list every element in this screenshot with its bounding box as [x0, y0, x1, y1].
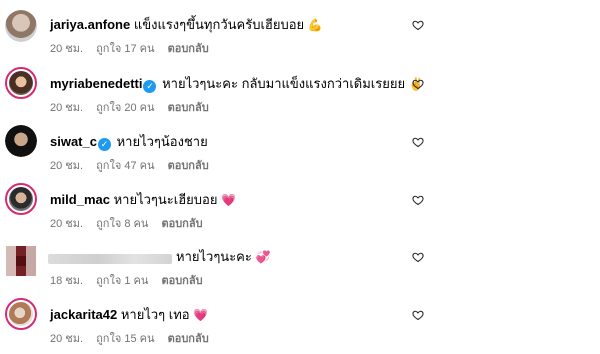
heart-outline-icon[interactable] [412, 251, 424, 263]
reply-button[interactable]: ตอบกลับ [161, 218, 202, 230]
comment-item: jackarita42 หายไวๆ เทอ 💗 20 ชม. ถูกใจ 15… [0, 298, 600, 354]
comment-text: หายไวๆน้องชาย [116, 134, 208, 149]
comment-likes[interactable]: ถูกใจ 15 คน [96, 333, 154, 345]
redacted-username [48, 254, 172, 264]
comment-line: jackarita42 หายไวๆ เทอ 💗 [50, 304, 208, 325]
comment-username[interactable]: mild_mac [50, 192, 110, 207]
comment-likes[interactable]: ถูกใจ 8 คน [96, 218, 148, 230]
avatar-image [5, 10, 37, 42]
pixelated-avatar[interactable] [6, 246, 36, 276]
comment-text: หายไวๆนะคะ [176, 249, 252, 264]
comment-meta: 20 ชม. ถูกใจ 17 คน ตอบกลับ [50, 39, 219, 57]
comment-meta: 18 ชม. ถูกใจ 1 คน ตอบกลับ [50, 271, 213, 289]
comment-emoji: 💗 [221, 193, 237, 207]
avatar-image [9, 187, 33, 211]
comment-text: หายไวๆนะคะ กลับมาแข็งแรงกว่าเดิมเรยยย [162, 76, 406, 91]
heart-outline-icon[interactable] [412, 19, 424, 31]
comment-likes[interactable]: ถูกใจ 47 คน [96, 160, 154, 172]
comment-time: 20 ชม. [50, 333, 84, 345]
heart-outline-icon[interactable] [412, 309, 424, 321]
comment-meta: 20 ชม. ถูกใจ 20 คน ตอบกลับ [50, 98, 219, 116]
heart-outline-icon[interactable] [412, 194, 424, 206]
comment-line: jariya.anfone แข็งแรงๆขึ้นทุกวันครับเฮีย… [50, 14, 323, 35]
avatar[interactable] [5, 183, 37, 215]
comment-meta: 20 ชม. ถูกใจ 8 คน ตอบกลับ [50, 214, 213, 232]
comment-line: myriabenedetti ✓ หายไวๆนะคะ กลับมาแข็งแรง… [50, 73, 424, 94]
avatar[interactable] [5, 67, 37, 99]
comment-item: หายไวๆนะคะ 💞 18 ชม. ถูกใจ 1 คน ตอบกลับ [0, 240, 600, 296]
verified-badge-icon: ✓ [143, 80, 157, 93]
reply-button[interactable]: ตอบกลับ [161, 275, 202, 287]
comment-username[interactable]: myriabenedetti [50, 76, 142, 91]
comment-emoji: 💞 [255, 250, 271, 264]
comment-item: jariya.anfone แข็งแรงๆขึ้นทุกวันครับเฮีย… [0, 8, 600, 64]
comment-text: หายไวๆ เทอ [120, 307, 190, 322]
comment-time: 20 ชม. [50, 218, 84, 230]
comment-likes[interactable]: ถูกใจ 20 คน [96, 102, 154, 114]
comment-time: 20 ชม. [50, 160, 84, 172]
comment-emoji: 💗 [193, 308, 209, 322]
avatar-image [9, 302, 33, 326]
comment-username[interactable]: jariya.anfone [50, 17, 130, 32]
comment-username[interactable]: jackarita42 [50, 307, 117, 322]
heart-outline-icon[interactable] [412, 78, 424, 90]
comment-line: หายไวๆนะคะ 💞 [176, 246, 270, 267]
verified-badge-icon: ✓ [97, 138, 111, 151]
comment-username[interactable]: siwat_c [50, 134, 97, 149]
comment-item: mild_mac หายไวๆนะเฮียบอย 💗 20 ชม. ถูกใจ … [0, 183, 600, 239]
comment-line: siwat_c ✓ หายไวๆน้องชาย [50, 131, 208, 152]
comment-meta: 20 ชม. ถูกใจ 15 คน ตอบกลับ [50, 329, 219, 347]
comment-item: siwat_c ✓ หายไวๆน้องชาย 20 ชม. ถูกใจ 47 ค… [0, 125, 600, 181]
avatar[interactable] [5, 125, 37, 157]
comment-likes[interactable]: ถูกใจ 17 คน [96, 43, 154, 55]
comment-text: หายไวๆนะเฮียบอย [113, 192, 218, 207]
heart-outline-icon[interactable] [412, 136, 424, 148]
reply-button[interactable]: ตอบกลับ [168, 160, 209, 172]
comment-list: jariya.anfone แข็งแรงๆขึ้นทุกวันครับเฮีย… [0, 0, 600, 351]
avatar-image [5, 125, 37, 157]
comment-time: 20 ชม. [50, 43, 84, 55]
reply-button[interactable]: ตอบกลับ [168, 102, 209, 114]
avatar[interactable] [5, 298, 37, 330]
reply-button[interactable]: ตอบกลับ [168, 43, 209, 55]
avatar-image [9, 71, 33, 95]
comment-meta: 20 ชม. ถูกใจ 47 คน ตอบกลับ [50, 156, 219, 174]
avatar[interactable] [5, 10, 37, 42]
comment-time: 18 ชม. [50, 275, 84, 287]
reply-button[interactable]: ตอบกลับ [168, 333, 209, 345]
comment-time: 20 ชม. [50, 102, 84, 114]
comment-emoji: 💪 [307, 18, 323, 32]
comment-likes[interactable]: ถูกใจ 1 คน [96, 275, 148, 287]
comment-line: mild_mac หายไวๆนะเฮียบอย 💗 [50, 189, 236, 210]
comment-item: myriabenedetti ✓ หายไวๆนะคะ กลับมาแข็งแรง… [0, 67, 600, 123]
comment-text: แข็งแรงๆขึ้นทุกวันครับเฮียบอย [133, 17, 305, 32]
